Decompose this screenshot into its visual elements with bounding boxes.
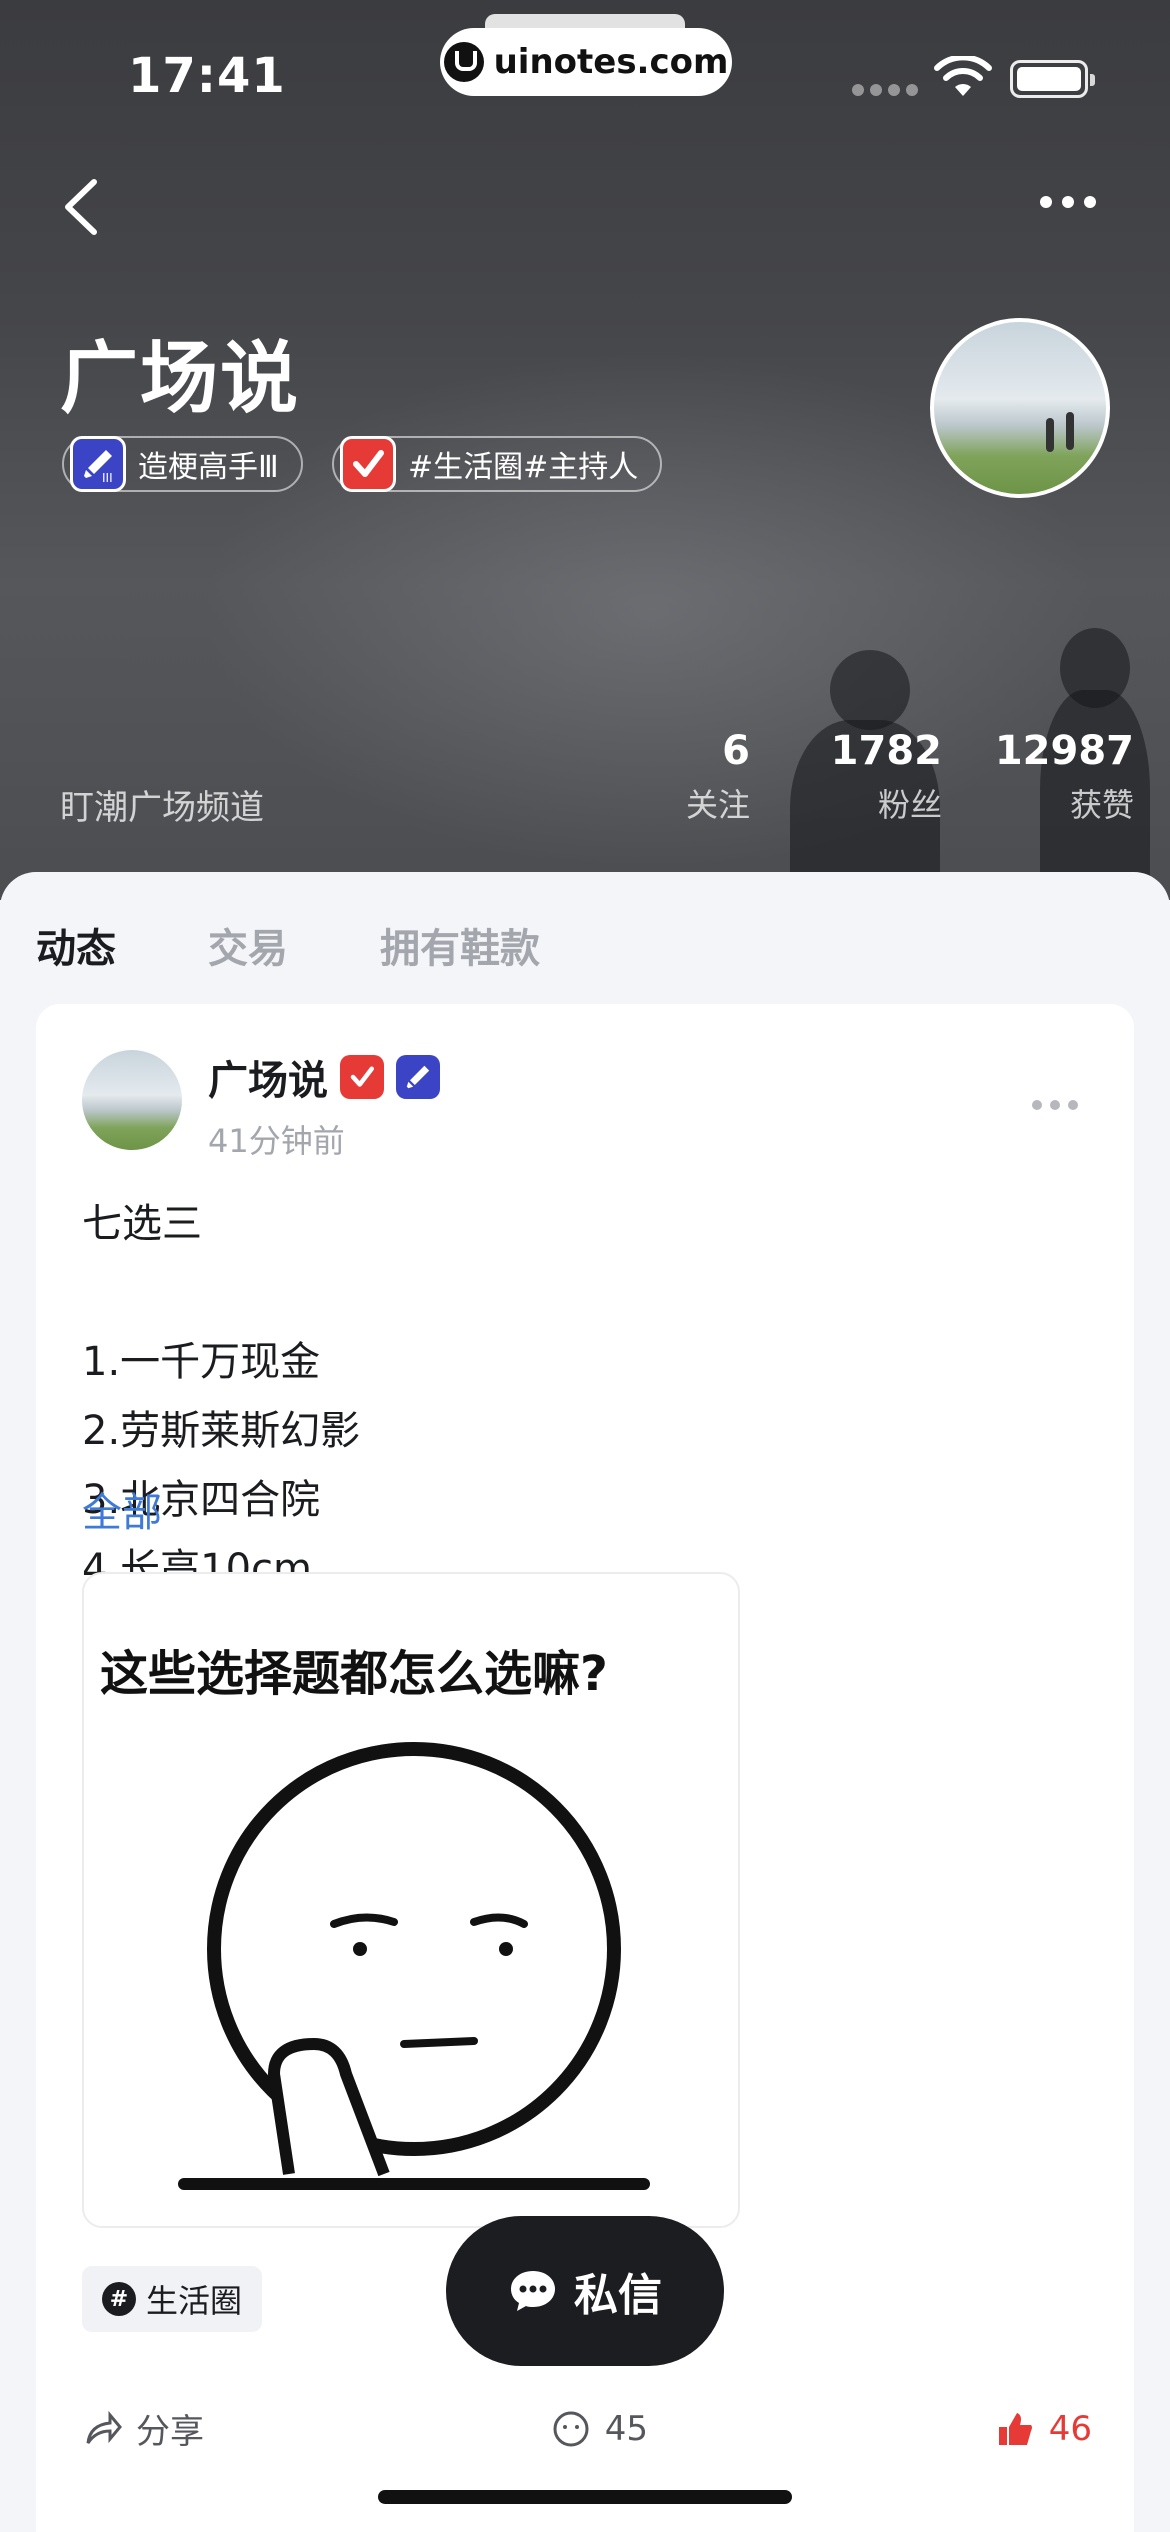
post-image[interactable]: 这些选择题都怎么选嘛? <box>82 1572 740 2228</box>
verified-check-icon <box>340 1055 384 1099</box>
stat-likes-label: 获赞 <box>1069 786 1134 824</box>
thinking-face-drawing <box>178 1742 650 2190</box>
status-time: 17:41 <box>128 48 286 104</box>
tab-owned-shoes[interactable]: 拥有鞋款 <box>380 916 540 974</box>
profile-tabs: 动态 交易 拥有鞋款 <box>36 916 540 974</box>
like-button[interactable]: 46 <box>995 2404 1092 2453</box>
profile-channel: 盯潮广场频道 <box>60 788 264 828</box>
topic-tag-label: 生活圈 <box>146 2282 243 2320</box>
badge-circle-host-label: #生活圈#主持人 <box>408 450 639 485</box>
stat-followers-label: 粉丝 <box>877 786 942 824</box>
badge-meme-master[interactable]: III 造梗高手Ⅲ <box>62 436 303 492</box>
author-name[interactable]: 广场说 <box>208 1048 328 1106</box>
stat-following-label: 关注 <box>685 786 750 824</box>
stat-likes[interactable]: 12987 获赞 <box>995 728 1134 826</box>
comment-button[interactable]: 45 <box>551 2404 648 2453</box>
comment-icon <box>553 2411 589 2446</box>
svg-text:III: III <box>102 471 113 484</box>
post-actions: 分享 45 46 <box>82 2404 1092 2453</box>
thumbs-up-icon <box>998 2412 1032 2445</box>
tab-trades[interactable]: 交易 <box>208 916 288 974</box>
direct-message-button[interactable]: 私信 <box>446 2216 724 2366</box>
battery-icon <box>1010 60 1095 98</box>
url-pill: uinotes.com <box>440 28 732 96</box>
author-avatar[interactable] <box>82 1050 182 1150</box>
profile-avatar[interactable] <box>930 318 1110 498</box>
comment-count: 45 <box>604 2408 648 2449</box>
share-icon <box>86 2410 122 2444</box>
share-label: 分享 <box>136 2412 204 2452</box>
stat-following-value: 6 <box>722 728 750 774</box>
chat-bubble-icon <box>511 2271 555 2311</box>
uinotes-logo-icon <box>443 42 484 82</box>
expand-full-link[interactable]: 全部 <box>82 1480 162 1538</box>
author-row: 广场说 <box>208 1048 440 1106</box>
home-indicator <box>378 2490 792 2504</box>
background-figure-left <box>830 650 910 730</box>
post-line: 2.劳斯莱斯幻影 <box>82 1408 361 1454</box>
share-button[interactable]: 分享 <box>82 2404 204 2453</box>
stat-followers[interactable]: 1782 粉丝 <box>831 728 942 826</box>
post-line: 七选三 <box>82 1201 202 1247</box>
post-line: 1.一千万现金 <box>82 1339 321 1385</box>
sword-badge-icon <box>396 1055 440 1099</box>
profile-header: 17:41 uinotes.com 广场说 III 造梗高手Ⅲ #生活圈#主持人… <box>0 0 1170 900</box>
post-text: 七选三 1.一千万现金 2.劳斯莱斯幻影 3.北京四合院 4.长高10cm... <box>82 1190 360 1604</box>
badge-meme-master-label: 造梗高手Ⅲ <box>138 450 279 485</box>
check-badge-icon <box>340 436 396 492</box>
wifi-icon <box>934 56 992 96</box>
sword-badge-icon: III <box>70 436 126 492</box>
cellular-signal-icon <box>852 84 918 96</box>
stat-followers-value: 1782 <box>830 728 942 774</box>
more-options-icon[interactable] <box>1040 196 1096 208</box>
post-time: 41分钟前 <box>208 1122 345 1160</box>
like-count: 46 <box>1048 2408 1092 2449</box>
badge-circle-host[interactable]: #生活圈#主持人 <box>332 436 663 492</box>
hash-icon: # <box>102 2282 136 2316</box>
post-line <box>82 1259 360 1328</box>
profile-name: 广场说 <box>60 334 301 424</box>
direct-message-label: 私信 <box>574 2270 662 2321</box>
tab-posts[interactable]: 动态 <box>36 916 116 974</box>
url-text: uinotes.com <box>493 42 729 82</box>
back-chevron-icon[interactable] <box>54 172 114 242</box>
stat-following[interactable]: 6 关注 <box>686 728 750 826</box>
post-more-icon[interactable] <box>1032 1100 1078 1110</box>
stat-likes-value: 12987 <box>994 728 1134 774</box>
topic-tag[interactable]: # 生活圈 <box>82 2266 263 2332</box>
